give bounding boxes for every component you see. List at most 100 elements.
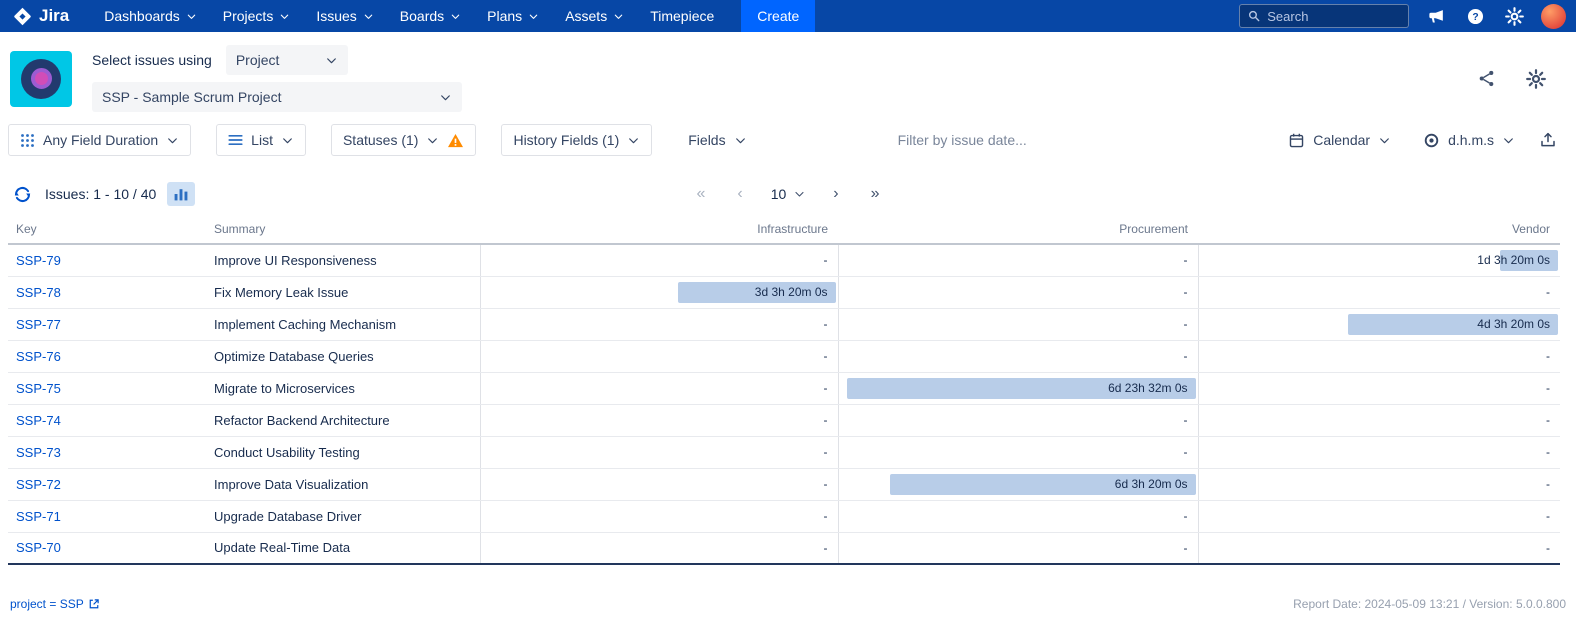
pagination: « ‹ 10 › » [692, 184, 883, 204]
settings-button[interactable] [1502, 4, 1526, 28]
duration-cell: 6d 23h 32m 0s [838, 372, 1198, 404]
help-button[interactable]: ? [1463, 4, 1487, 28]
table-row: SSP-75 Migrate to Microservices - 6d 23h… [8, 372, 1560, 404]
issue-key-link[interactable]: SSP-79 [16, 253, 61, 268]
avatar[interactable] [1541, 4, 1566, 29]
selector-row-source: Select issues using Project [92, 45, 462, 75]
column-header-summary[interactable]: Summary [208, 216, 480, 244]
search-input[interactable] [1267, 9, 1400, 24]
next-page-button[interactable]: › [829, 184, 842, 204]
chart-toggle-button[interactable] [167, 182, 195, 206]
search-icon [1248, 9, 1260, 23]
fields-label: Fields [688, 132, 725, 148]
timepiece-app-icon-circle [21, 59, 61, 99]
table-row: SSP-71 Upgrade Database Driver - - - [8, 500, 1560, 532]
report-settings-button[interactable] [1524, 67, 1548, 91]
report-info: Report Date: 2024-05-09 13:21 / Version:… [1293, 597, 1566, 611]
duration-cell: - [1198, 372, 1560, 404]
nav-item-assets[interactable]: Assets [552, 0, 637, 32]
last-page-button[interactable]: » [867, 184, 884, 204]
duration-value: - [824, 509, 828, 523]
duration-value: - [824, 541, 828, 555]
list-icon [228, 134, 243, 146]
issue-key-link[interactable]: SSP-75 [16, 381, 61, 396]
nav-item-boards[interactable]: Boards [387, 0, 474, 32]
announcement-button[interactable] [1424, 4, 1448, 28]
issue-key-link[interactable]: SSP-76 [16, 349, 61, 364]
field-duration-dropdown[interactable]: Any Field Duration [8, 124, 191, 156]
duration-value: - [1184, 349, 1188, 363]
column-header-infrastructure[interactable]: Infrastructure [480, 216, 838, 244]
issue-key-link[interactable]: SSP-71 [16, 509, 61, 524]
timepiece-app-icon-ring [31, 68, 52, 89]
page-size-value: 10 [771, 186, 787, 202]
share-button[interactable] [1474, 67, 1498, 91]
duration-cell: - [838, 404, 1198, 436]
issues-count-label: Issues: 1 - 10 / 40 [45, 186, 156, 202]
jql-query-label: project = SSP [10, 597, 84, 611]
duration-value: 3d 3h 20m 0s [755, 285, 828, 299]
issue-key-link[interactable]: SSP-74 [16, 413, 61, 428]
duration-value: - [1184, 285, 1188, 299]
chevron-down-icon [793, 188, 805, 200]
calendar-label: Calendar [1313, 132, 1370, 148]
table-row: SSP-73 Conduct Usability Testing - - - [8, 436, 1560, 468]
issue-key-link[interactable]: SSP-72 [16, 477, 61, 492]
column-header-procurement[interactable]: Procurement [838, 216, 1198, 244]
issue-summary: Implement Caching Mechanism [208, 308, 480, 340]
nav-item-issues[interactable]: Issues [303, 0, 386, 32]
nav-item-dashboards[interactable]: Dashboards [91, 0, 210, 32]
external-link-icon [88, 598, 100, 610]
duration-value: - [1184, 541, 1188, 555]
statuses-dropdown[interactable]: Statuses (1) [331, 124, 476, 156]
issue-source-dropdown[interactable]: Project [226, 45, 348, 75]
issue-key-link[interactable]: SSP-77 [16, 317, 61, 332]
fields-dropdown[interactable]: Fields [677, 124, 757, 156]
nav-item-timepiece[interactable]: Timepiece [637, 0, 727, 32]
nav-item-projects[interactable]: Projects [210, 0, 304, 32]
duration-cell: - [480, 500, 838, 532]
table-row: SSP-79 Improve UI Responsiveness - - 1d … [8, 244, 1560, 276]
view-label: List [251, 132, 273, 148]
table-row: SSP-70 Update Real-Time Data - - - [8, 532, 1560, 564]
chevron-down-icon [279, 11, 290, 22]
duration-format-dropdown[interactable]: d.h.m.s [1412, 124, 1526, 156]
duration-cell: - [1198, 276, 1560, 308]
column-header-vendor[interactable]: Vendor [1198, 216, 1560, 244]
refresh-button[interactable] [10, 182, 34, 206]
issue-key-link[interactable]: SSP-70 [16, 540, 61, 555]
issue-summary: Upgrade Database Driver [208, 500, 480, 532]
view-dropdown[interactable]: List [216, 124, 306, 156]
first-page-button[interactable]: « [692, 184, 709, 204]
duration-cell: - [838, 500, 1198, 532]
duration-cell: - [838, 276, 1198, 308]
svg-text:?: ? [1472, 12, 1478, 23]
table-row: SSP-74 Refactor Backend Architecture - -… [8, 404, 1560, 436]
nav-item-label: Issues [316, 8, 356, 24]
page-size-dropdown[interactable]: 10 [771, 186, 806, 202]
issue-key-link[interactable]: SSP-73 [16, 445, 61, 460]
issues-table: Key Summary Infrastructure Procurement V… [8, 216, 1560, 565]
refresh-icon [12, 184, 33, 205]
duration-cell: - [480, 404, 838, 436]
duration-value: - [824, 253, 828, 267]
create-button[interactable]: Create [741, 0, 815, 32]
prev-page-button[interactable]: ‹ [733, 184, 746, 204]
jql-link[interactable]: project = SSP [10, 597, 100, 611]
project-dropdown[interactable]: SSP - Sample Scrum Project [92, 82, 462, 112]
history-fields-dropdown[interactable]: History Fields (1) [501, 124, 652, 156]
duration-cell: - [480, 244, 838, 276]
bar-chart-icon [172, 186, 190, 202]
duration-value: - [1184, 509, 1188, 523]
nav-item-plans[interactable]: Plans [474, 0, 552, 32]
issue-date-filter-input[interactable] [898, 132, 1078, 148]
column-header-key[interactable]: Key [8, 216, 208, 244]
jira-logo[interactable]: Jira [12, 6, 69, 27]
issue-summary: Conduct Usability Testing [208, 436, 480, 468]
calendar-dropdown[interactable]: Calendar [1277, 124, 1402, 156]
export-button[interactable] [1536, 128, 1560, 152]
issue-key-link[interactable]: SSP-78 [16, 285, 61, 300]
issue-summary: Fix Memory Leak Issue [208, 276, 480, 308]
project-value: SSP - Sample Scrum Project [102, 89, 281, 105]
nav-item-label: Projects [223, 8, 274, 24]
